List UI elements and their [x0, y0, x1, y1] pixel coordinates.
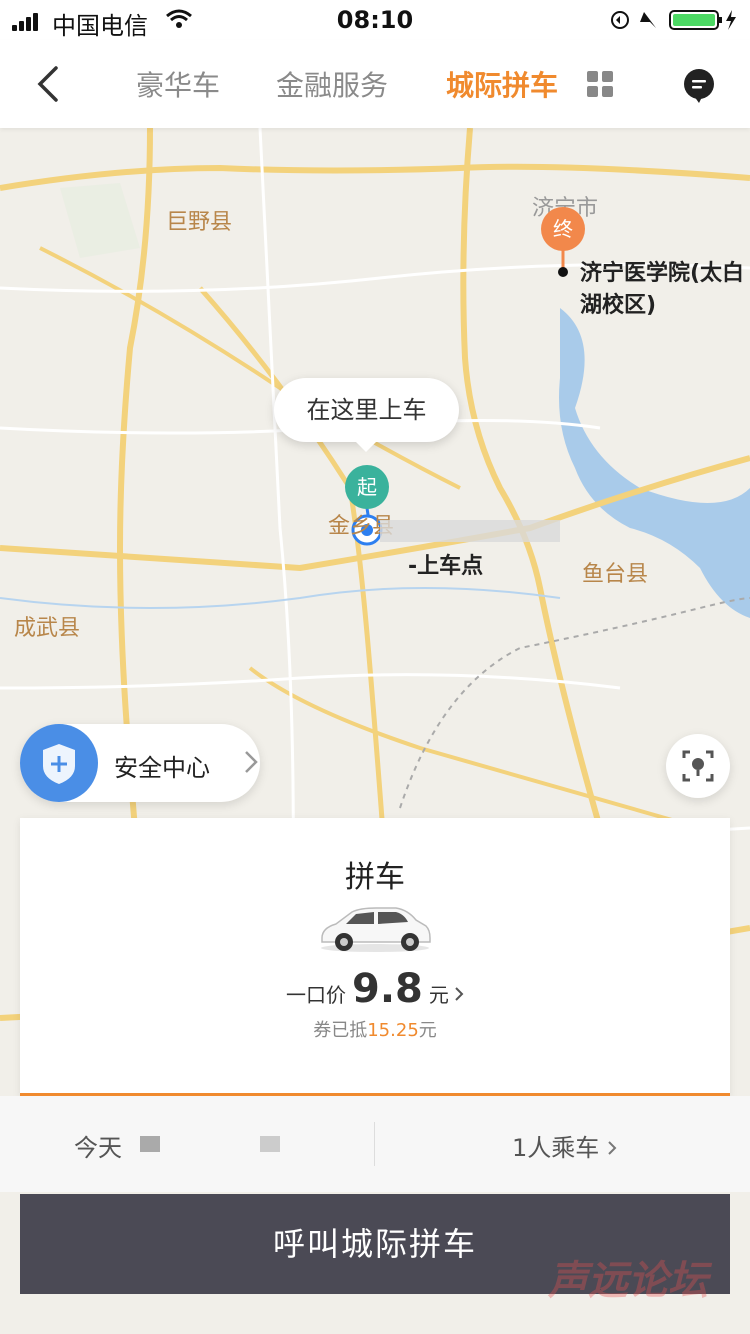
top-nav: 豪华车 金融服务 城际拼车: [0, 40, 750, 128]
locate-icon: [682, 750, 714, 782]
coupon-value: 15.25: [367, 1020, 419, 1041]
redacted-time: [140, 1136, 160, 1152]
map-label-yutai: 鱼台县: [582, 562, 649, 587]
ride-option-card[interactable]: 拼车 一口价 9.8 元 券已抵15.25元: [20, 818, 730, 1097]
pickup-callout[interactable]: 在这里上车: [274, 378, 459, 452]
map-label-chengwu: 成武县: [14, 616, 81, 641]
message-icon[interactable]: [682, 68, 716, 108]
shield-icon: [20, 724, 98, 802]
map-label-juye: 巨野县: [166, 210, 233, 235]
price-row[interactable]: 一口价 9.8 元: [20, 966, 730, 1012]
tab-intercity-carpool[interactable]: 城际拼车: [446, 64, 558, 104]
start-marker: 起: [345, 465, 389, 509]
chevron-right-icon: [244, 750, 258, 778]
redacted-address: [380, 520, 560, 542]
locate-button[interactable]: [666, 734, 730, 798]
departure-time-selector[interactable]: 今天: [74, 1128, 122, 1163]
destination-label: 济宁医学院(太白湖校区): [580, 261, 745, 318]
pickup-point-label: -上车点: [408, 554, 484, 579]
tab-finance[interactable]: 金融服务: [276, 64, 388, 104]
chevron-right-icon: [608, 1141, 617, 1155]
chevron-right-icon: [454, 987, 464, 1006]
coupon-discount: 券已抵15.25元: [20, 1016, 730, 1042]
end-marker: 终: [541, 207, 585, 251]
coupon-unit: 元: [418, 1020, 437, 1041]
tab-luxury[interactable]: 豪华车: [136, 64, 220, 104]
car-icon: [316, 904, 434, 958]
passenger-count: 1人乘车: [512, 1134, 600, 1162]
status-icons: [610, 8, 740, 36]
passenger-count-selector[interactable]: 1人乘车: [512, 1128, 617, 1163]
price-unit: 元: [428, 983, 449, 1007]
safety-center-button[interactable]: 安全中心: [20, 724, 260, 802]
redacted-time-2: [260, 1136, 280, 1152]
watermark: 声远论坛: [548, 1258, 708, 1304]
departure-date: 今天: [74, 1134, 122, 1162]
safety-center-label: 安全中心: [114, 754, 210, 782]
divider: [374, 1122, 375, 1166]
ride-type-title: 拼车: [345, 860, 405, 895]
price-value: 9.8: [352, 966, 423, 1012]
price-label: 一口价: [286, 983, 347, 1007]
grid-menu-icon[interactable]: [586, 70, 614, 102]
back-button[interactable]: [30, 62, 70, 106]
coupon-prefix: 券已抵: [313, 1020, 368, 1041]
ride-options-bar: 今天 1人乘车: [0, 1096, 750, 1192]
status-bar: 中国电信 08:10: [0, 0, 750, 40]
